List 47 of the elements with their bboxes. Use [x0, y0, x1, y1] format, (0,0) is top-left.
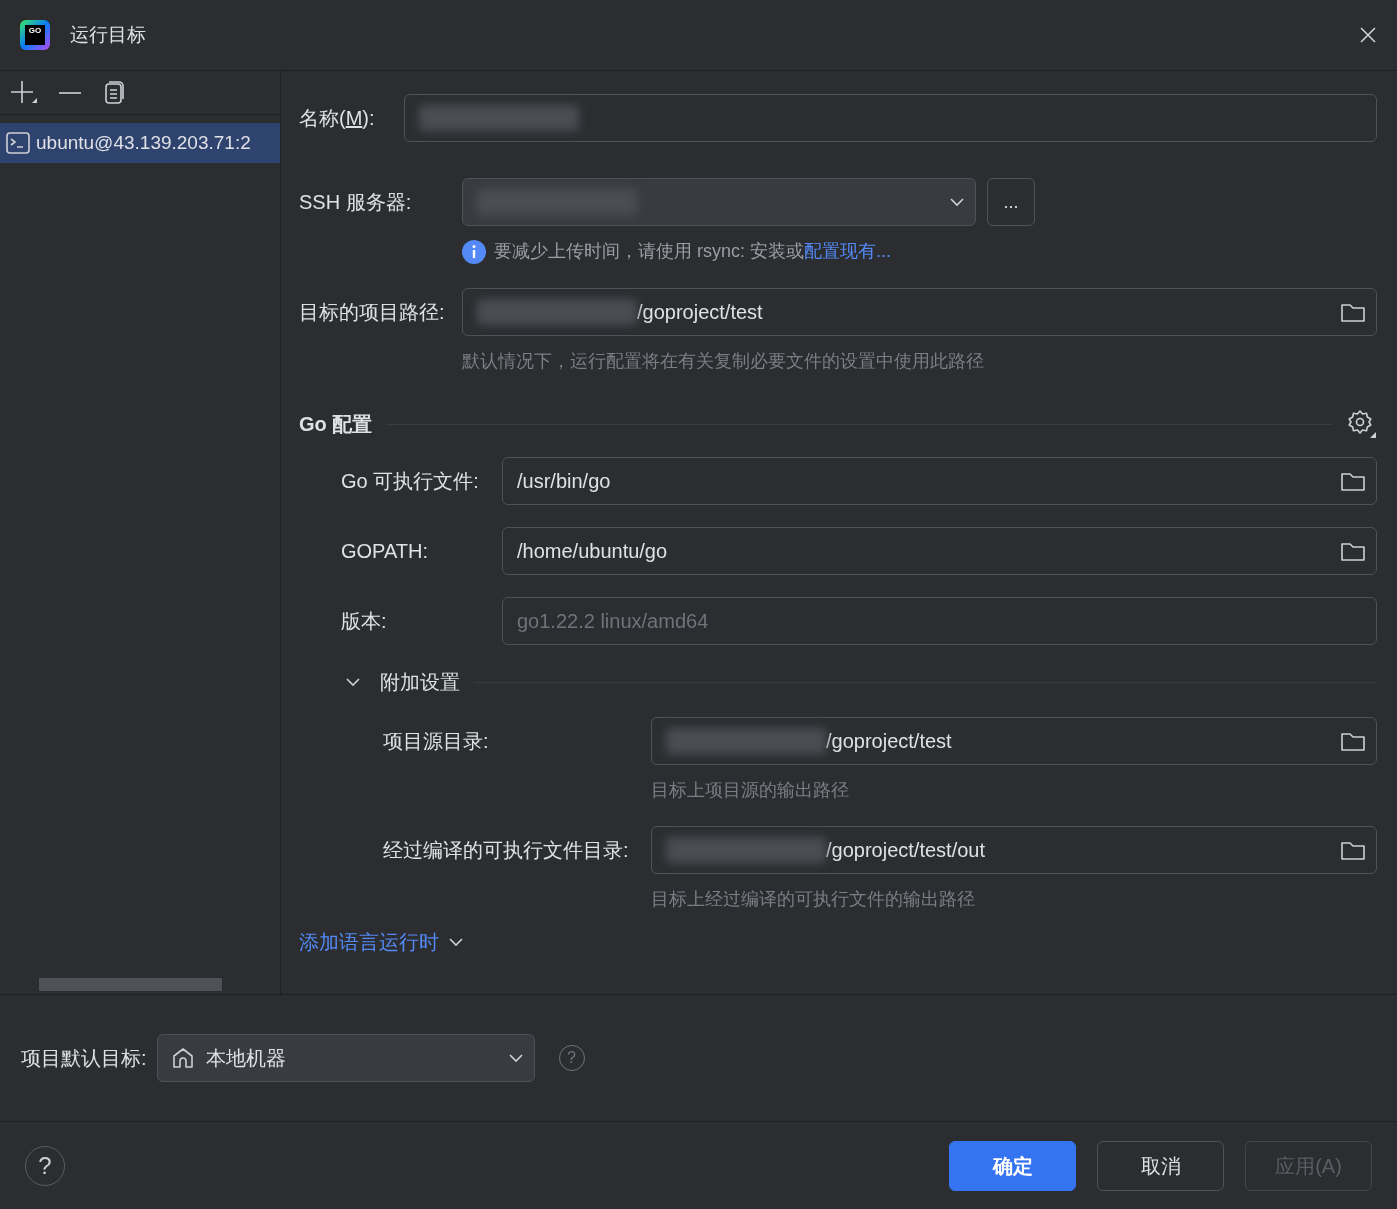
copy-icon[interactable] [102, 80, 126, 105]
close-icon[interactable] [1359, 26, 1377, 44]
configure-link[interactable]: 配置现有... [804, 241, 892, 261]
field-hint: 目标上项目源的输出路径 [651, 779, 850, 802]
chevron-down-icon [507, 1053, 524, 1063]
terminal-icon [6, 132, 30, 154]
add-runtime-link[interactable]: 添加语言运行时 [299, 927, 463, 957]
section-title: Go 配置 [299, 412, 373, 437]
path-field[interactable]: /goproject/test [462, 288, 1377, 336]
field-hint: 默认情况下，运行配置将在有关复制必要文件的设置中使用此路径 [462, 350, 985, 373]
app-logo: GO [20, 20, 50, 50]
field-label: 名称(M): [299, 106, 376, 131]
path-field[interactable]: /goproject/test/out [651, 826, 1377, 874]
field-label: 目标的项目路径: [299, 300, 446, 325]
text-field: go1.22.2 linux/amd64 [502, 597, 1377, 645]
field-label: GOPATH: [341, 539, 430, 564]
browse-button[interactable]: ... [987, 178, 1035, 226]
folder-icon [1340, 470, 1366, 492]
chevron-down-icon [448, 937, 463, 947]
target-dropdown[interactable]: 本地机器 [156, 1034, 535, 1082]
path-field[interactable]: /goproject/test [651, 717, 1377, 765]
field-hint: 目标上经过编译的可执行文件的输出路径 [651, 888, 976, 911]
name-field[interactable] [404, 94, 1377, 142]
dialog-button[interactable]: 取消 [1097, 1140, 1224, 1191]
field-label: 版本: [341, 609, 388, 634]
folder-icon [1340, 540, 1366, 562]
window-title: 运行目标 [70, 22, 146, 47]
scrollbar-thumb[interactable] [39, 978, 222, 991]
sidebar-item[interactable]: ubuntu@43.139.203.71:2 [0, 123, 280, 163]
dialog-button[interactable]: 确定 [949, 1140, 1076, 1191]
chevron-icon [345, 677, 361, 687]
field-label: Go 可执行文件: [341, 469, 480, 494]
chevron-down-icon [949, 197, 965, 207]
folder-icon [1340, 301, 1366, 323]
field-label: 项目源目录: [383, 729, 490, 754]
home-icon [171, 1047, 194, 1069]
text-field[interactable]: /home/ubuntu/go [502, 527, 1377, 575]
info-icon [462, 239, 486, 264]
text-field[interactable]: /usr/bin/go [502, 457, 1377, 505]
folder-icon [1340, 839, 1366, 861]
field-label: SSH 服务器: [299, 190, 413, 215]
field-label: 经过编译的可执行文件目录: [383, 838, 630, 863]
settings-icon[interactable] [1347, 409, 1377, 439]
section-toggle[interactable]: 附加设置 [345, 667, 460, 697]
folder-icon [1340, 730, 1366, 752]
field-label: 项目默认目标: [21, 1046, 147, 1071]
info-text: 要减少上传时间，请使用 rsync: 安装或配置现有... [494, 240, 892, 263]
